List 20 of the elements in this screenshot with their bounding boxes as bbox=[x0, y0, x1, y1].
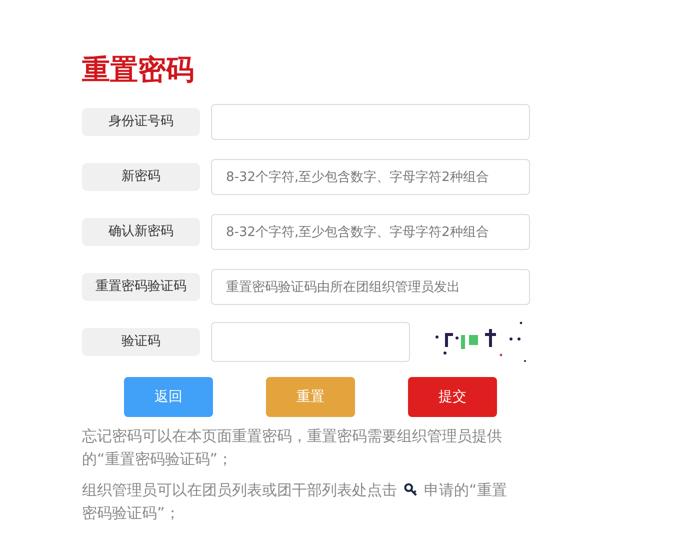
field-label: 重置密码验证码 bbox=[82, 273, 200, 301]
submit-button[interactable]: 提交 bbox=[408, 377, 497, 417]
note-text: 申请的“重置 bbox=[424, 481, 507, 499]
field-label: 新密码 bbox=[82, 163, 200, 191]
note-text: 组织管理员可以在团员列表或团干部列表处点击 bbox=[82, 481, 397, 499]
note-text: 密码验证码”； bbox=[82, 504, 180, 522]
reset-button[interactable]: 重置 bbox=[266, 377, 355, 417]
text-field[interactable]: 重置密码验证码由所在团组织管理员发出 bbox=[211, 269, 530, 305]
note-text: 忘记密码可以在本页面重置密码，重置密码需要组织管理员提供 bbox=[82, 427, 502, 445]
text-field[interactable]: 8-32个字符,至少包含数字、字母字符2种组合 bbox=[211, 159, 530, 195]
text-field[interactable] bbox=[211, 104, 530, 140]
field-label: 身份证号码 bbox=[82, 108, 200, 136]
captcha-field[interactable] bbox=[211, 322, 410, 362]
text-field[interactable]: 8-32个字符,至少包含数字、字母字符2种组合 bbox=[211, 214, 530, 250]
field-label: 确认新密码 bbox=[82, 218, 200, 246]
note-text: 的“重置密码验证码”； bbox=[82, 450, 233, 468]
back-button[interactable]: 返回 bbox=[124, 377, 213, 417]
key-icon bbox=[403, 482, 418, 497]
page-title: 重置密码 bbox=[82, 52, 195, 88]
field-label: 验证码 bbox=[82, 328, 200, 356]
